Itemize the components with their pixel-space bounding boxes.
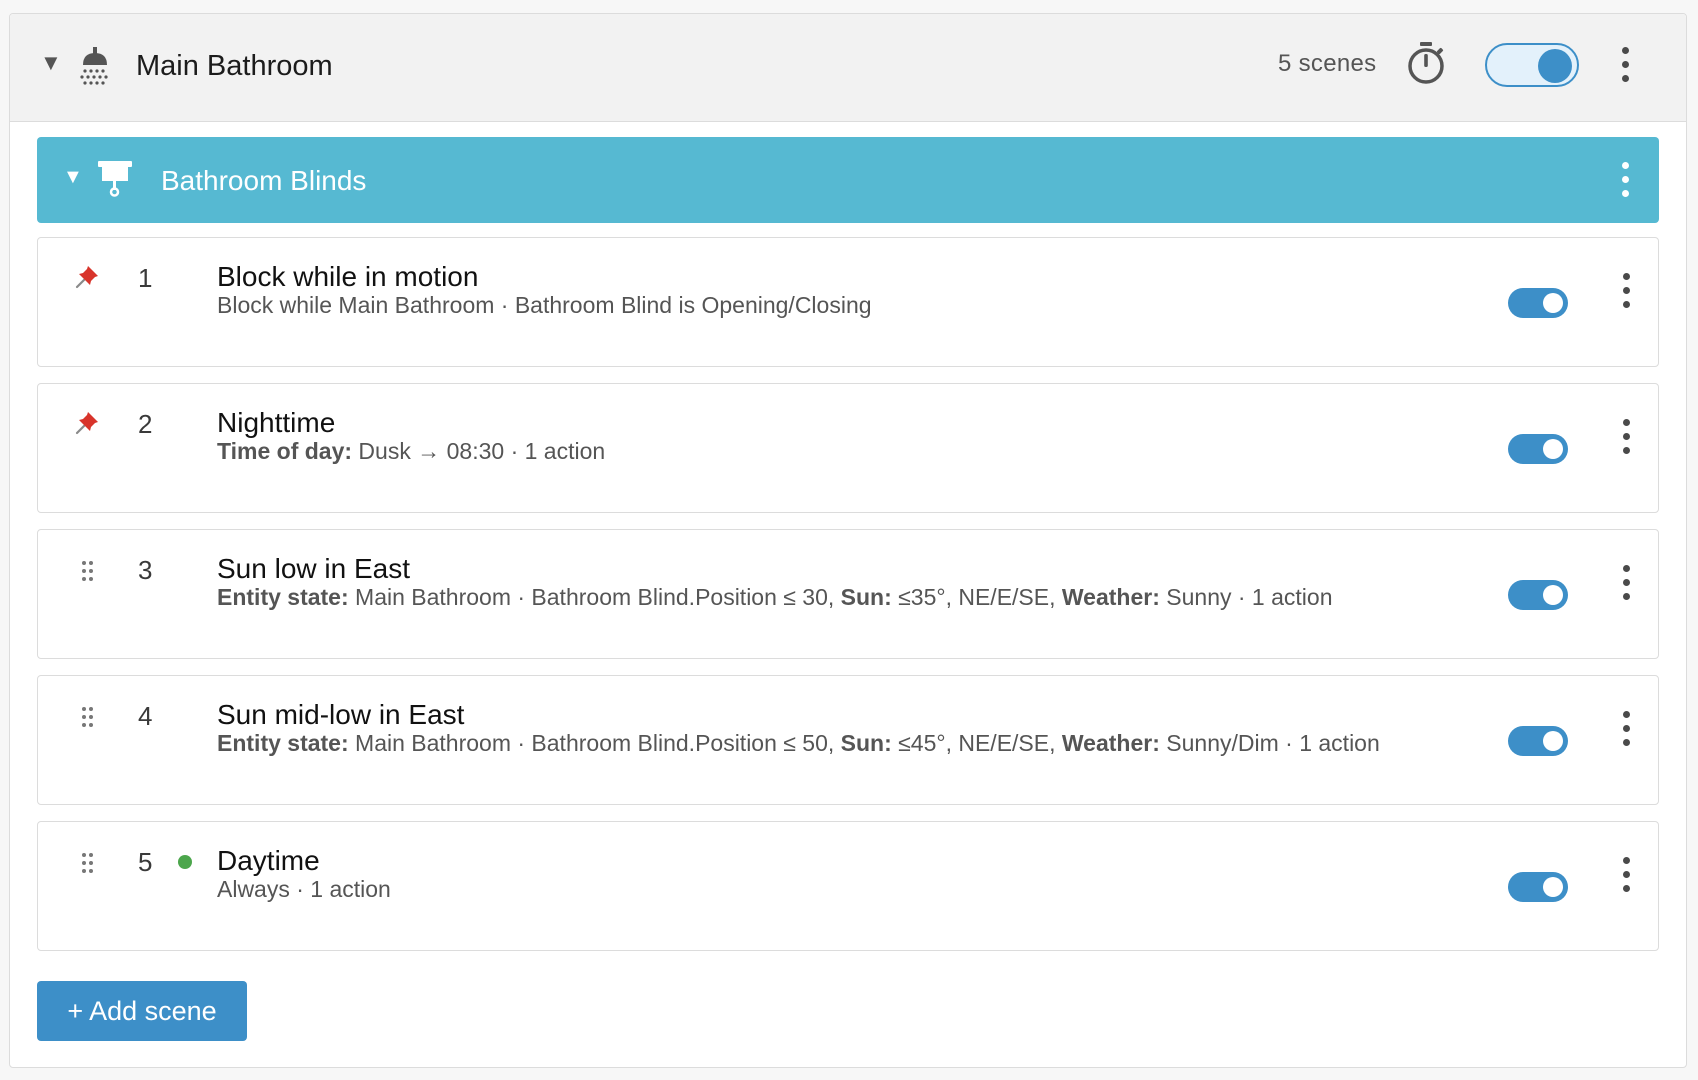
condition-label: Time of day: <box>217 438 353 464</box>
scene-number: 2 <box>138 409 153 439</box>
condition-text: Dusk → 08:30 · 1 action <box>352 438 606 464</box>
scene-toggle[interactable] <box>1508 288 1568 318</box>
scene-toggle[interactable] <box>1508 726 1568 756</box>
scene-toggle[interactable] <box>1508 872 1568 902</box>
scene-number: 1 <box>138 263 153 293</box>
scene-title: Nighttime <box>217 407 336 438</box>
scene-card[interactable]: 2 Nighttime Time of day: Dusk → 08:30 · 1 … <box>37 383 1659 513</box>
scene-title: Sun mid-low in East <box>217 699 465 730</box>
pin-icon[interactable] <box>74 262 102 295</box>
add-scene-button[interactable]: + Add scene <box>37 981 247 1041</box>
scene-description: Block while Main Bathroom · Bathroom Bli… <box>217 294 872 317</box>
scene-number: 4 <box>138 701 153 731</box>
scene-menu-icon[interactable] <box>1614 561 1638 605</box>
condition-label: Entity state: <box>217 730 349 756</box>
condition-label: Sun: <box>840 730 892 756</box>
scene-number: 3 <box>138 555 153 585</box>
scene-title: Daytime <box>217 845 320 876</box>
scene-menu-icon[interactable] <box>1614 707 1638 751</box>
room-group-card: ▼ Main Bathroom 5 scenes ▼ Bathroom Blin… <box>9 13 1687 1068</box>
room-group-toggle[interactable] <box>1485 43 1579 87</box>
condition-text: ≤35°, NE/E/SE, <box>891 584 1062 610</box>
condition-text: Main Bathroom · Bathroom Blind.Position … <box>348 584 841 610</box>
pin-icon[interactable] <box>74 408 102 441</box>
condition-text: Always · 1 action <box>217 876 391 902</box>
room-group-title: Main Bathroom <box>136 50 333 82</box>
drag-handle-icon[interactable] <box>82 561 96 583</box>
device-group-header[interactable]: ▼ Bathroom Blinds <box>37 137 1659 223</box>
toggle-knob <box>1543 585 1563 605</box>
condition-text: Sunny/Dim · 1 action <box>1159 730 1380 756</box>
caret-down-icon[interactable]: ▼ <box>63 167 83 187</box>
condition-label: Entity state: <box>217 584 349 610</box>
scene-description: Entity state: Main Bathroom · Bathroom B… <box>217 586 1333 609</box>
condition-text: ≤45°, NE/E/SE, <box>891 730 1062 756</box>
condition-text: Main Bathroom · Bathroom Blind.Position … <box>348 730 841 756</box>
caret-down-icon[interactable]: ▼ <box>40 52 62 74</box>
condition-text: Sunny · 1 action <box>1159 584 1333 610</box>
scene-card[interactable]: 3 Sun low in East Entity state: Main Bathr… <box>37 529 1659 659</box>
condition-label: Sun: <box>840 584 892 610</box>
device-group-title: Bathroom Blinds <box>161 165 367 196</box>
blind-icon <box>98 161 132 197</box>
scene-description: Entity state: Main Bathroom · Bathroom B… <box>217 732 1380 755</box>
scene-menu-icon[interactable] <box>1614 853 1638 897</box>
active-status-dot <box>178 855 192 869</box>
condition-label: Weather: <box>1061 730 1160 756</box>
device-group-menu-icon[interactable] <box>1613 158 1637 202</box>
scene-toggle[interactable] <box>1508 434 1568 464</box>
scene-menu-icon[interactable] <box>1614 269 1638 313</box>
scene-description: Time of day: Dusk → 08:30 · 1 action <box>217 440 605 463</box>
scene-description: Always · 1 action <box>217 878 391 901</box>
toggle-knob <box>1543 439 1563 459</box>
scene-title: Block while in motion <box>217 261 479 292</box>
condition-label: Weather: <box>1061 584 1160 610</box>
scene-card[interactable]: 5 Daytime Always · 1 action <box>37 821 1659 951</box>
shower-icon <box>78 45 112 85</box>
scene-number: 5 <box>138 847 153 877</box>
toggle-knob <box>1538 49 1572 83</box>
timer-icon[interactable] <box>1406 41 1446 85</box>
drag-handle-icon[interactable] <box>82 707 96 729</box>
scene-card[interactable]: 1 Block while in motion Block while Main B… <box>37 237 1659 367</box>
toggle-knob <box>1543 731 1563 751</box>
drag-handle-icon[interactable] <box>82 853 96 875</box>
scene-card[interactable]: 4 Sun mid-low in East Entity state: Main B… <box>37 675 1659 805</box>
scene-count: 5 scenes <box>1278 50 1377 77</box>
scene-toggle[interactable] <box>1508 580 1568 610</box>
toggle-knob <box>1543 877 1563 897</box>
room-group-header[interactable]: ▼ Main Bathroom 5 scenes <box>10 14 1686 122</box>
condition-text: Block while Main Bathroom · Bathroom Bli… <box>217 292 872 318</box>
scene-title: Sun low in East <box>217 553 410 584</box>
scene-menu-icon[interactable] <box>1614 415 1638 459</box>
room-group-menu-icon[interactable] <box>1613 43 1637 87</box>
toggle-knob <box>1543 293 1563 313</box>
